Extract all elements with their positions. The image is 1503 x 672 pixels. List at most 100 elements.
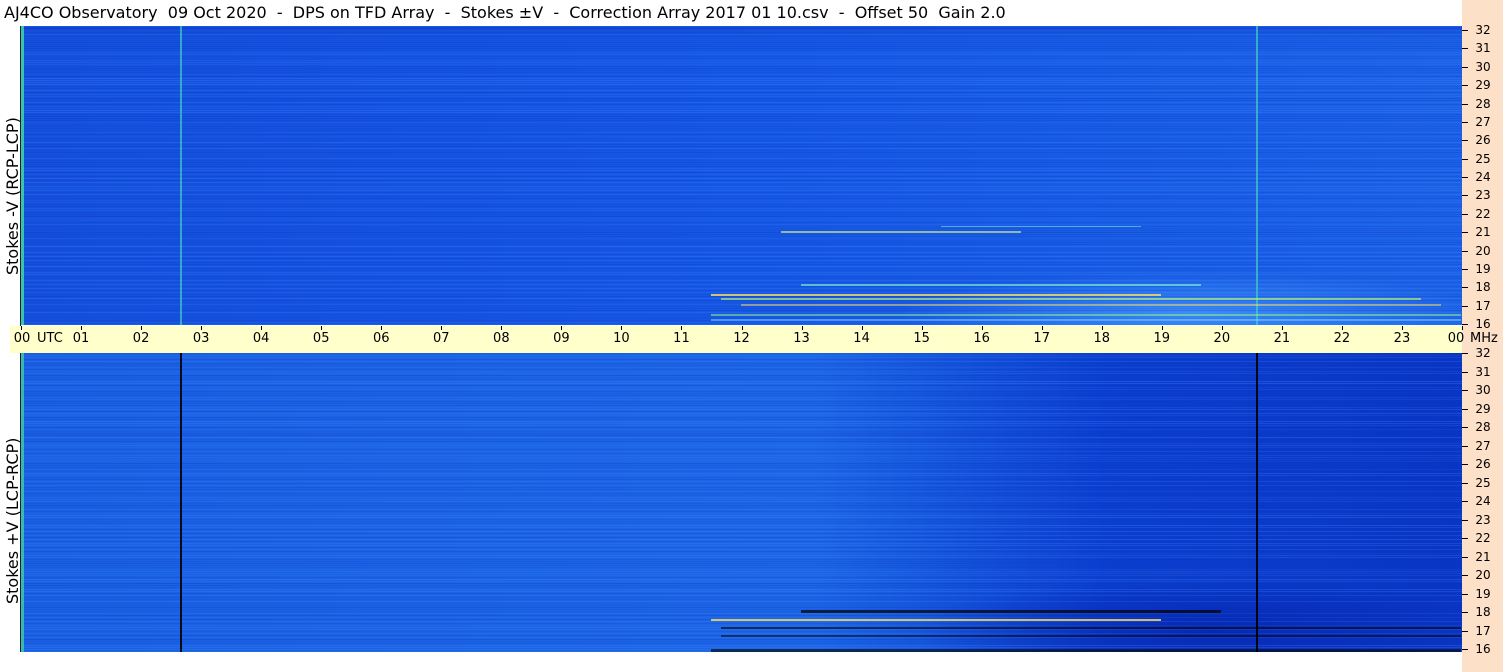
texture-line <box>21 96 1462 97</box>
texture-line <box>21 401 1462 402</box>
texture-line <box>21 359 1462 360</box>
texture-line <box>21 515 1462 516</box>
texture-line <box>21 108 1462 109</box>
texture-line <box>21 423 1462 424</box>
frequency-tick-mark <box>1462 195 1468 197</box>
texture-line <box>21 124 1462 125</box>
time-tick-mark <box>1041 326 1043 330</box>
texture-line <box>21 397 1462 398</box>
time-tick-label: 15 <box>913 331 930 346</box>
time-tick-mark <box>1221 326 1223 330</box>
texture-line <box>21 244 1462 245</box>
texture-line <box>21 268 1462 269</box>
frequency-tick-mark <box>1462 445 1468 447</box>
texture-line <box>21 264 1462 265</box>
texture-line <box>21 114 1462 115</box>
texture-line <box>21 405 1462 406</box>
frequency-tick-label: 28 <box>1475 420 1491 434</box>
texture-line <box>21 132 1462 133</box>
texture-line <box>21 625 1462 626</box>
frequency-tick-label: 28 <box>1475 96 1491 111</box>
time-tick-mark <box>1401 326 1403 330</box>
texture-line <box>21 553 1462 554</box>
texture-line <box>21 413 1462 414</box>
time-tick-label: 17 <box>1033 331 1050 346</box>
texture-line <box>21 445 1462 446</box>
texture-line <box>21 377 1462 378</box>
texture-line <box>21 196 1462 197</box>
frequency-tick-mark <box>1462 556 1468 558</box>
time-tick-label: 00 <box>13 331 31 346</box>
texture-line <box>21 208 1462 209</box>
frequency-tick-label: 31 <box>1475 364 1491 379</box>
time-tick-label: 20 <box>1213 331 1231 346</box>
frequency-tick-mark <box>1462 158 1468 160</box>
frequency-tick-mark <box>1462 649 1468 650</box>
time-tick-label: 04 <box>252 331 270 346</box>
texture-line <box>21 198 1462 199</box>
texture-line <box>21 192 1462 193</box>
time-tick-mark <box>1101 326 1103 330</box>
texture-line <box>21 80 1462 81</box>
texture-line <box>21 128 1462 129</box>
texture-line <box>21 559 1462 560</box>
texture-line <box>21 30 1462 31</box>
texture-line <box>21 64 1462 65</box>
texture-line <box>21 154 1462 155</box>
texture-line <box>21 188 1462 189</box>
time-tick-mark <box>981 326 983 330</box>
time-unit-label: UTC <box>37 331 63 346</box>
time-tick-mark <box>561 326 563 330</box>
texture-line <box>21 409 1462 410</box>
texture-line <box>21 501 1462 502</box>
texture-line <box>21 226 1462 227</box>
texture-line <box>21 437 1462 438</box>
texture-line <box>21 204 1462 205</box>
texture-line <box>21 407 1462 408</box>
time-tick-mark <box>1281 326 1283 330</box>
texture-line <box>21 266 1462 267</box>
frequency-tick-mark <box>1462 353 1468 354</box>
texture-line <box>21 533 1462 534</box>
time-tick-mark <box>921 326 923 330</box>
texture-line <box>21 296 1462 297</box>
frequency-tick-mark <box>1462 48 1468 50</box>
time-tick-label: 00 <box>1447 331 1465 346</box>
texture-line <box>21 38 1462 39</box>
texture-line <box>21 573 1462 574</box>
texture-line <box>21 252 1462 253</box>
texture-line <box>21 541 1462 542</box>
texture-line <box>21 292 1462 293</box>
texture-line <box>21 469 1462 470</box>
frequency-tick-label: 19 <box>1475 261 1491 276</box>
texture-line <box>21 643 1462 644</box>
texture-line <box>21 118 1462 119</box>
spectrogram-bottom-svg <box>21 353 1462 652</box>
texture-line <box>21 78 1462 79</box>
texture-line <box>21 415 1462 416</box>
texture-line <box>21 589 1462 590</box>
time-tick-mark <box>1341 326 1343 330</box>
texture-line <box>21 483 1462 484</box>
texture-line <box>21 106 1462 107</box>
texture-line <box>21 94 1462 95</box>
texture-line <box>21 385 1462 386</box>
texture-line <box>21 611 1462 612</box>
frequency-unit-label: MHz <box>1470 331 1498 346</box>
texture-line <box>21 457 1462 458</box>
texture-line <box>21 633 1462 634</box>
texture-line <box>21 50 1462 51</box>
texture-line <box>21 571 1462 572</box>
frequency-tick-mark <box>1462 427 1468 428</box>
texture-line <box>21 122 1462 123</box>
time-tick-label: 02 <box>132 331 150 346</box>
texture-line <box>21 322 1462 323</box>
frequency-tick-label: 20 <box>1475 243 1491 258</box>
texture-line <box>21 615 1462 616</box>
frequency-tick-label: 31 <box>1475 41 1491 56</box>
texture-line <box>21 477 1462 478</box>
bottom-panel-label: Stokes +V (LCP-RCP) <box>3 437 22 604</box>
texture-line <box>21 527 1462 528</box>
frequency-tick-mark <box>1462 85 1468 87</box>
frequency-tick-label: 27 <box>1475 114 1491 129</box>
